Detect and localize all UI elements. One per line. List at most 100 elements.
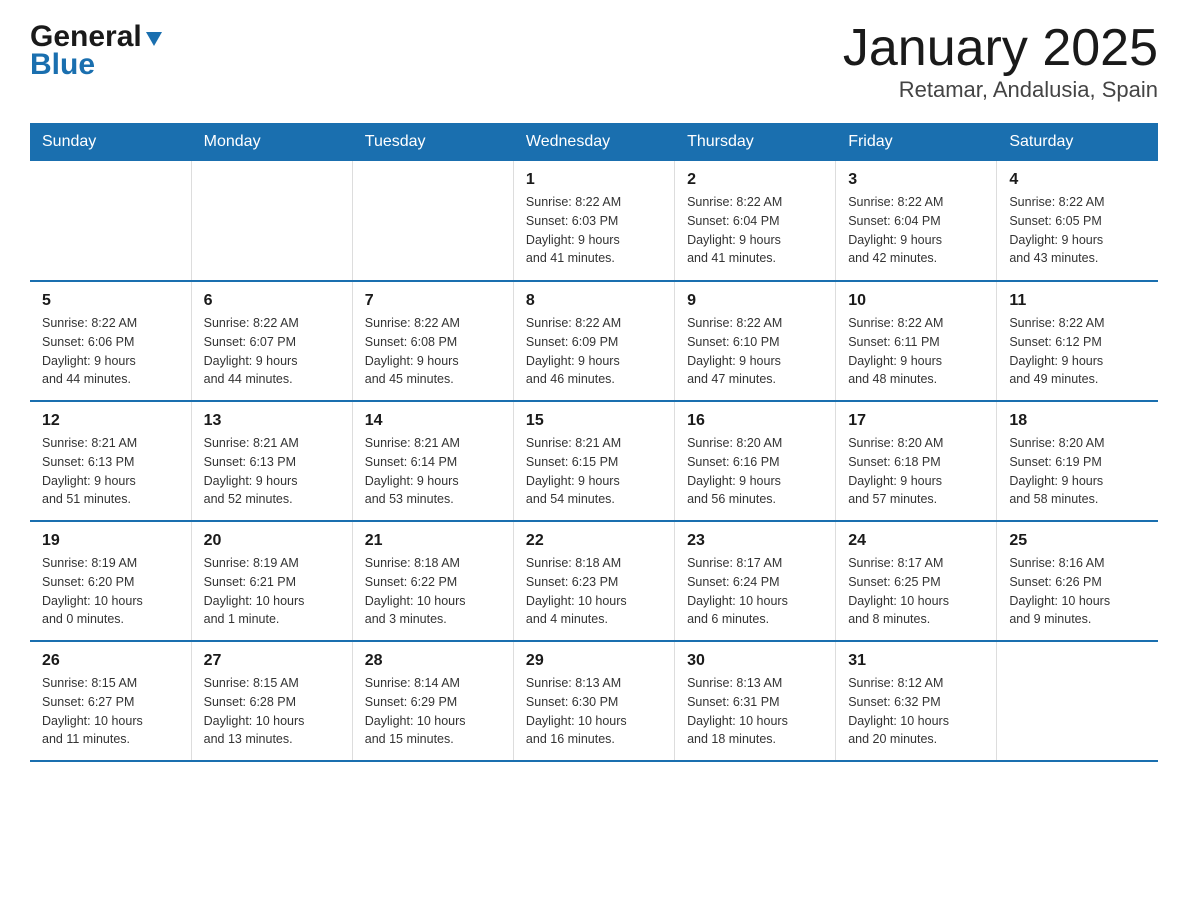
calendar-cell: 20 Sunrise: 8:19 AM Sunset: 6:21 PM Dayli… bbox=[191, 521, 352, 641]
calendar-cell: 15Sunrise: 8:21 AM Sunset: 6:15 PM Dayli… bbox=[513, 401, 674, 521]
day-number: 5 bbox=[42, 292, 179, 310]
day-number: 18 bbox=[1009, 412, 1146, 430]
calendar-cell: 26 Sunrise: 8:15 AM Sunset: 6:27 PM Dayli… bbox=[30, 641, 191, 761]
day-info: Sunrise: 8:13 AM Sunset: 6:31 PM Dayligh… bbox=[687, 674, 823, 749]
day-number: 9 bbox=[687, 292, 823, 310]
calendar-cell: 25 Sunrise: 8:16 AM Sunset: 6:26 PM Dayli… bbox=[997, 521, 1158, 641]
day-number: 30 bbox=[687, 652, 823, 670]
day-info: Sunrise: 8:18 AM Sunset: 6:22 PM Dayligh… bbox=[365, 554, 501, 629]
day-number: 20 bbox=[204, 532, 340, 550]
col-tuesday: Tuesday bbox=[352, 123, 513, 161]
calendar-cell bbox=[352, 161, 513, 281]
day-info: Sunrise: 8:22 AM Sunset: 6:11 PM Dayligh… bbox=[848, 314, 984, 389]
calendar-cell: 19Sunrise: 8:19 AM Sunset: 6:20 PM Dayli… bbox=[30, 521, 191, 641]
calendar-cell: 16 Sunrise: 8:20 AM Sunset: 6:16 PM Dayli… bbox=[675, 401, 836, 521]
day-info: Sunrise: 8:15 AM Sunset: 6:27 PM Dayligh… bbox=[42, 674, 179, 749]
calendar-cell: 31Sunrise: 8:12 AM Sunset: 6:32 PM Dayli… bbox=[836, 641, 997, 761]
calendar-cell: 5 Sunrise: 8:22 AM Sunset: 6:06 PM Daylig… bbox=[30, 281, 191, 401]
calendar-cell: 28Sunrise: 8:14 AM Sunset: 6:29 PM Dayli… bbox=[352, 641, 513, 761]
calendar-cell: 12Sunrise: 8:21 AM Sunset: 6:13 PM Dayli… bbox=[30, 401, 191, 521]
day-number: 16 bbox=[687, 412, 823, 430]
calendar-cell: 10 Sunrise: 8:22 AM Sunset: 6:11 PM Dayli… bbox=[836, 281, 997, 401]
calendar-cell: 29 Sunrise: 8:13 AM Sunset: 6:30 PM Dayli… bbox=[513, 641, 674, 761]
week-row-2: 5 Sunrise: 8:22 AM Sunset: 6:06 PM Daylig… bbox=[30, 281, 1158, 401]
calendar-cell: 7 Sunrise: 8:22 AM Sunset: 6:08 PM Daylig… bbox=[352, 281, 513, 401]
day-info: Sunrise: 8:22 AM Sunset: 6:04 PM Dayligh… bbox=[687, 193, 823, 268]
calendar-cell: 14Sunrise: 8:21 AM Sunset: 6:14 PM Dayli… bbox=[352, 401, 513, 521]
day-number: 8 bbox=[526, 292, 662, 310]
col-friday: Friday bbox=[836, 123, 997, 161]
day-number: 4 bbox=[1009, 171, 1146, 189]
day-number: 7 bbox=[365, 292, 501, 310]
day-info: Sunrise: 8:22 AM Sunset: 6:07 PM Dayligh… bbox=[204, 314, 340, 389]
calendar-cell bbox=[191, 161, 352, 281]
day-number: 27 bbox=[204, 652, 340, 670]
day-number: 14 bbox=[365, 412, 501, 430]
day-info: Sunrise: 8:19 AM Sunset: 6:21 PM Dayligh… bbox=[204, 554, 340, 629]
logo-triangle-icon bbox=[144, 28, 164, 48]
day-info: Sunrise: 8:15 AM Sunset: 6:28 PM Dayligh… bbox=[204, 674, 340, 749]
calendar-subtitle: Retamar, Andalusia, Spain bbox=[843, 77, 1158, 103]
day-number: 25 bbox=[1009, 532, 1146, 550]
day-info: Sunrise: 8:22 AM Sunset: 6:06 PM Dayligh… bbox=[42, 314, 179, 389]
calendar-cell: 21 Sunrise: 8:18 AM Sunset: 6:22 PM Dayli… bbox=[352, 521, 513, 641]
day-info: Sunrise: 8:22 AM Sunset: 6:08 PM Dayligh… bbox=[365, 314, 501, 389]
day-number: 21 bbox=[365, 532, 501, 550]
calendar-cell: 30 Sunrise: 8:13 AM Sunset: 6:31 PM Dayli… bbox=[675, 641, 836, 761]
calendar-cell: 3 Sunrise: 8:22 AM Sunset: 6:04 PM Daylig… bbox=[836, 161, 997, 281]
day-number: 22 bbox=[526, 532, 662, 550]
col-saturday: Saturday bbox=[997, 123, 1158, 161]
day-info: Sunrise: 8:16 AM Sunset: 6:26 PM Dayligh… bbox=[1009, 554, 1146, 629]
day-number: 12 bbox=[42, 412, 179, 430]
day-number: 24 bbox=[848, 532, 984, 550]
calendar-cell: 6 Sunrise: 8:22 AM Sunset: 6:07 PM Daylig… bbox=[191, 281, 352, 401]
week-row-5: 26 Sunrise: 8:15 AM Sunset: 6:27 PM Dayli… bbox=[30, 641, 1158, 761]
calendar-cell bbox=[997, 641, 1158, 761]
week-row-3: 12 Sunrise: 8:21 AM Sunset: 6:13 PM Dayli… bbox=[30, 401, 1158, 521]
day-info: Sunrise: 8:21 AM Sunset: 6:13 PM Dayligh… bbox=[204, 434, 340, 509]
day-info: Sunrise: 8:20 AM Sunset: 6:18 PM Dayligh… bbox=[848, 434, 984, 509]
day-number: 29 bbox=[526, 652, 662, 670]
title-block: January 2025 Retamar, Andalusia, Spain bbox=[843, 20, 1158, 103]
day-number: 6 bbox=[204, 292, 340, 310]
day-number: 3 bbox=[848, 171, 984, 189]
logo-blue-text: Blue bbox=[30, 48, 95, 82]
day-info: Sunrise: 8:22 AM Sunset: 6:09 PM Dayligh… bbox=[526, 314, 662, 389]
day-number: 2 bbox=[687, 171, 823, 189]
day-info: Sunrise: 8:22 AM Sunset: 6:05 PM Dayligh… bbox=[1009, 193, 1146, 268]
day-info: Sunrise: 8:13 AM Sunset: 6:30 PM Dayligh… bbox=[526, 674, 662, 749]
week-row-4: 19Sunrise: 8:19 AM Sunset: 6:20 PM Dayli… bbox=[30, 521, 1158, 641]
day-number: 28 bbox=[365, 652, 501, 670]
calendar-cell: 18 Sunrise: 8:20 AM Sunset: 6:19 PM Dayli… bbox=[997, 401, 1158, 521]
calendar-cell: 1Sunrise: 8:22 AM Sunset: 6:03 PM Daylig… bbox=[513, 161, 674, 281]
col-wednesday: Wednesday bbox=[513, 123, 674, 161]
calendar-cell: 2 Sunrise: 8:22 AM Sunset: 6:04 PM Daylig… bbox=[675, 161, 836, 281]
calendar-body: 1Sunrise: 8:22 AM Sunset: 6:03 PM Daylig… bbox=[30, 161, 1158, 761]
calendar-cell: 8 Sunrise: 8:22 AM Sunset: 6:09 PM Daylig… bbox=[513, 281, 674, 401]
day-info: Sunrise: 8:22 AM Sunset: 6:04 PM Dayligh… bbox=[848, 193, 984, 268]
calendar-cell: 24 Sunrise: 8:17 AM Sunset: 6:25 PM Dayli… bbox=[836, 521, 997, 641]
day-info: Sunrise: 8:18 AM Sunset: 6:23 PM Dayligh… bbox=[526, 554, 662, 629]
day-info: Sunrise: 8:20 AM Sunset: 6:16 PM Dayligh… bbox=[687, 434, 823, 509]
day-info: Sunrise: 8:17 AM Sunset: 6:24 PM Dayligh… bbox=[687, 554, 823, 629]
day-number: 17 bbox=[848, 412, 984, 430]
calendar-cell: 9Sunrise: 8:22 AM Sunset: 6:10 PM Daylig… bbox=[675, 281, 836, 401]
calendar-cell bbox=[30, 161, 191, 281]
calendar-cell: 23 Sunrise: 8:17 AM Sunset: 6:24 PM Dayli… bbox=[675, 521, 836, 641]
day-number: 10 bbox=[848, 292, 984, 310]
week-row-1: 1Sunrise: 8:22 AM Sunset: 6:03 PM Daylig… bbox=[30, 161, 1158, 281]
day-number: 23 bbox=[687, 532, 823, 550]
day-number: 26 bbox=[42, 652, 179, 670]
calendar-cell: 13 Sunrise: 8:21 AM Sunset: 6:13 PM Dayli… bbox=[191, 401, 352, 521]
day-number: 13 bbox=[204, 412, 340, 430]
day-info: Sunrise: 8:17 AM Sunset: 6:25 PM Dayligh… bbox=[848, 554, 984, 629]
calendar-cell: 22 Sunrise: 8:18 AM Sunset: 6:23 PM Dayli… bbox=[513, 521, 674, 641]
calendar-table: Sunday Monday Tuesday Wednesday Thursday… bbox=[30, 123, 1158, 762]
col-sunday: Sunday bbox=[30, 123, 191, 161]
calendar-cell: 17 Sunrise: 8:20 AM Sunset: 6:18 PM Dayli… bbox=[836, 401, 997, 521]
header-row: Sunday Monday Tuesday Wednesday Thursday… bbox=[30, 123, 1158, 161]
day-info: Sunrise: 8:22 AM Sunset: 6:12 PM Dayligh… bbox=[1009, 314, 1146, 389]
day-number: 11 bbox=[1009, 292, 1146, 310]
day-number: 1 bbox=[526, 171, 662, 189]
day-info: Sunrise: 8:20 AM Sunset: 6:19 PM Dayligh… bbox=[1009, 434, 1146, 509]
